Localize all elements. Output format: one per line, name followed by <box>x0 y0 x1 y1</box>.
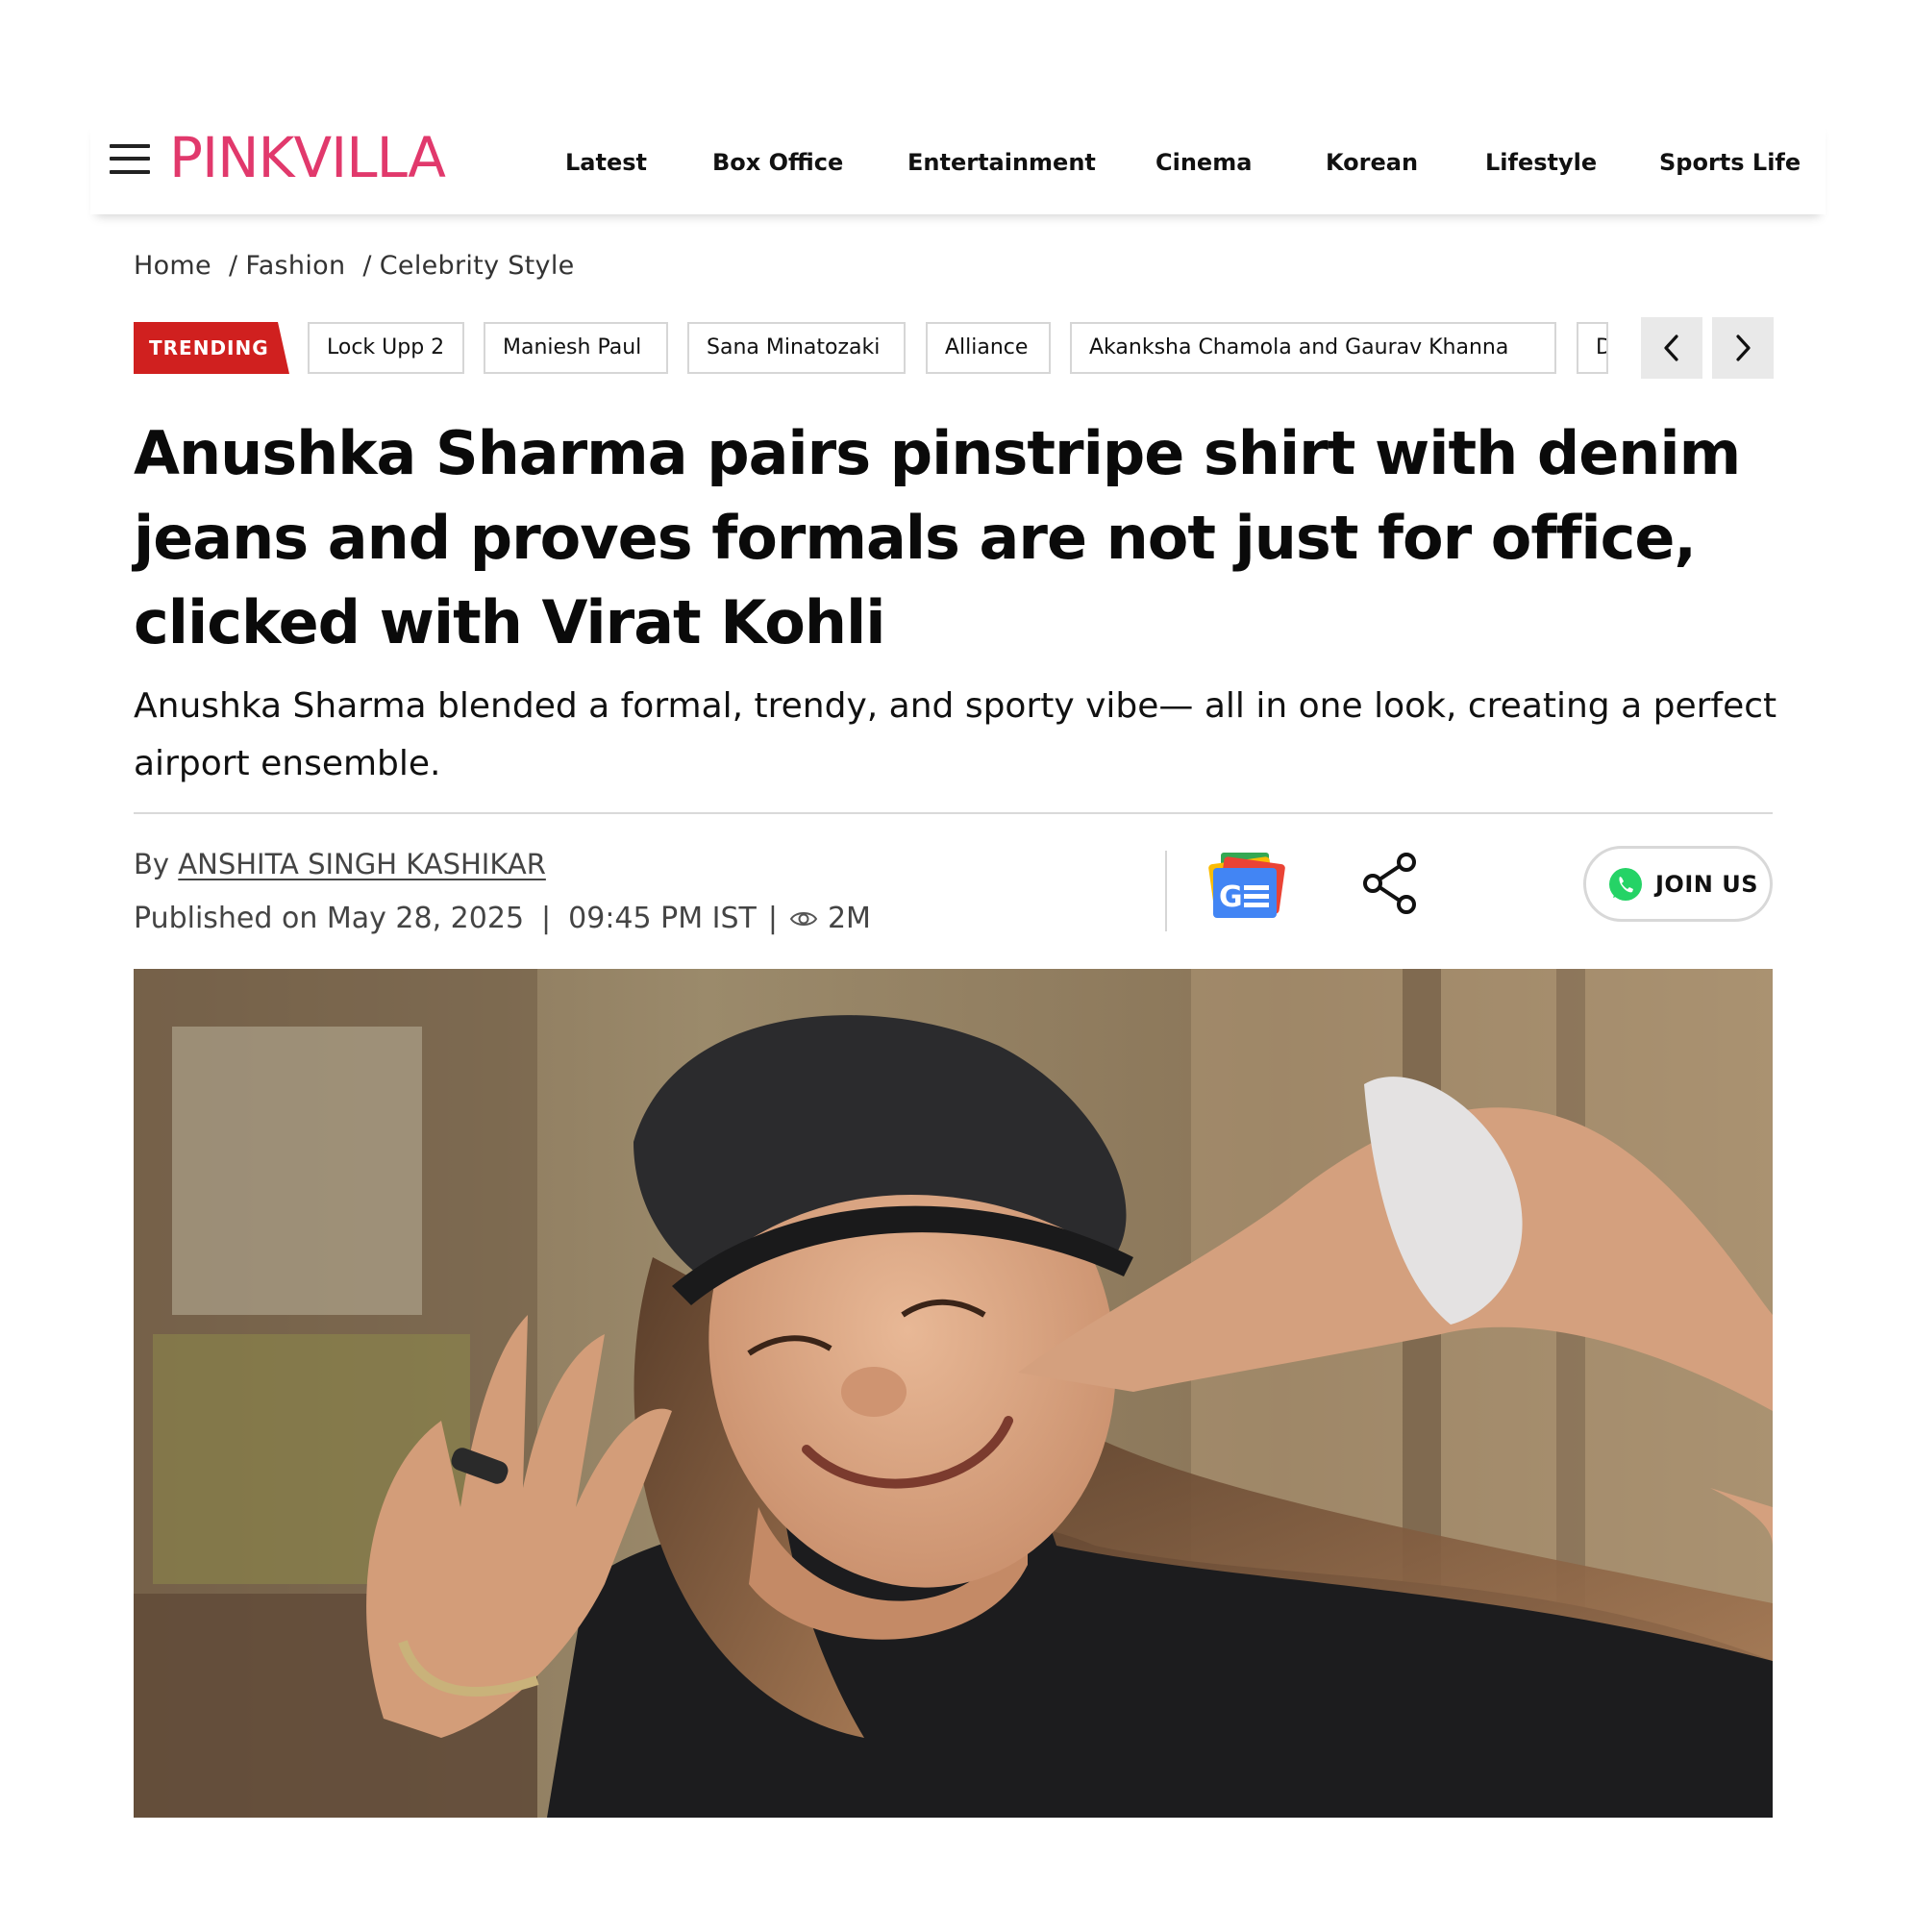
trending-tag[interactable]: Maniesh Paul <box>484 322 668 374</box>
nav-box-office[interactable]: Box Office <box>712 148 843 177</box>
svg-text:G: G <box>1219 880 1243 914</box>
hero-image[interactable] <box>134 969 1773 1818</box>
join-us-label: JOIN US <box>1655 870 1758 898</box>
trending-tag[interactable]: Akanksha Chamola and Gaurav Khanna <box>1070 322 1556 374</box>
nav-korean[interactable]: Korean <box>1326 148 1418 177</box>
carousel-next-button[interactable] <box>1712 317 1774 379</box>
nav-lifestyle[interactable]: Lifestyle <box>1485 148 1597 177</box>
breadcrumb-separator: / <box>228 251 238 281</box>
nav-latest[interactable]: Latest <box>565 148 647 177</box>
menu-icon[interactable] <box>110 144 150 175</box>
whatsapp-icon <box>1609 867 1642 901</box>
trending-badge: TRENDING <box>134 322 289 374</box>
separator: | <box>767 902 778 935</box>
trending-tag[interactable]: Lock Upp 2 <box>308 322 464 374</box>
divider <box>134 812 1773 814</box>
published-date: Published on May 28, 2025 <box>134 902 525 935</box>
share-icon[interactable] <box>1361 852 1421 915</box>
published-time: 09:45 PM IST <box>568 902 757 935</box>
chevron-right-icon <box>1736 334 1751 361</box>
eye-icon <box>789 911 818 926</box>
separator: | <box>541 902 552 935</box>
whatsapp-join-button[interactable]: JOIN US <box>1583 846 1773 922</box>
breadcrumb-celebrity-style[interactable]: Celebrity Style <box>380 251 575 281</box>
author-link[interactable]: ANSHITA SINGH KASHIKAR <box>178 848 546 880</box>
divider <box>1165 851 1167 931</box>
by-prefix: By <box>134 848 170 880</box>
breadcrumb: Home / Fashion / Celebrity Style <box>134 251 575 281</box>
chevron-left-icon <box>1664 334 1678 361</box>
nav-entertainment[interactable]: Entertainment <box>907 148 1096 177</box>
article-subheadline: Anushka Sharma blended a formal, trendy,… <box>134 686 1777 783</box>
view-count: 2M <box>827 902 871 935</box>
trending-tag[interactable]: Sana Minatozaki <box>687 322 906 374</box>
carousel-prev-button[interactable] <box>1641 317 1702 379</box>
pinkvilla-logo[interactable]: PINKVILLA <box>169 128 446 187</box>
article-headline: Anushka Sharma pairs pinstripe shirt wit… <box>134 418 1741 657</box>
published-info: Published on May 28, 2025 | 09:45 PM IST… <box>134 902 871 935</box>
nav-cinema[interactable]: Cinema <box>1155 148 1252 177</box>
breadcrumb-home[interactable]: Home <box>134 251 211 281</box>
trending-tag[interactable]: D <box>1577 322 1608 374</box>
google-news-icon[interactable]: G <box>1204 851 1286 920</box>
byline: By ANSHITA SINGH KASHIKAR <box>134 848 546 880</box>
breadcrumb-fashion[interactable]: Fashion <box>245 251 345 281</box>
breadcrumb-separator: / <box>362 251 372 281</box>
nav-sports-life[interactable]: Sports Life <box>1659 148 1801 177</box>
trending-tag[interactable]: Alliance <box>926 322 1051 374</box>
